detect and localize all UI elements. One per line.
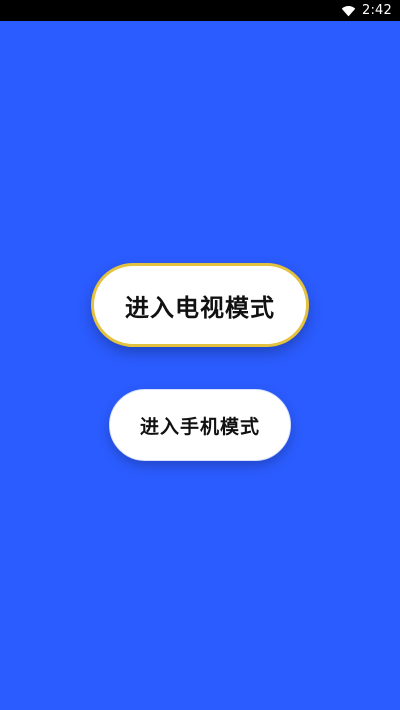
wifi-icon: [341, 5, 356, 17]
enter-phone-mode-button[interactable]: 进入手机模式: [109, 389, 291, 461]
app-screen: 2:42 进入电视模式 进入手机模式: [0, 0, 400, 710]
enter-tv-mode-button[interactable]: 进入电视模式: [91, 263, 309, 347]
status-bar: 2:42: [0, 0, 400, 21]
status-time: 2:42: [362, 3, 392, 18]
